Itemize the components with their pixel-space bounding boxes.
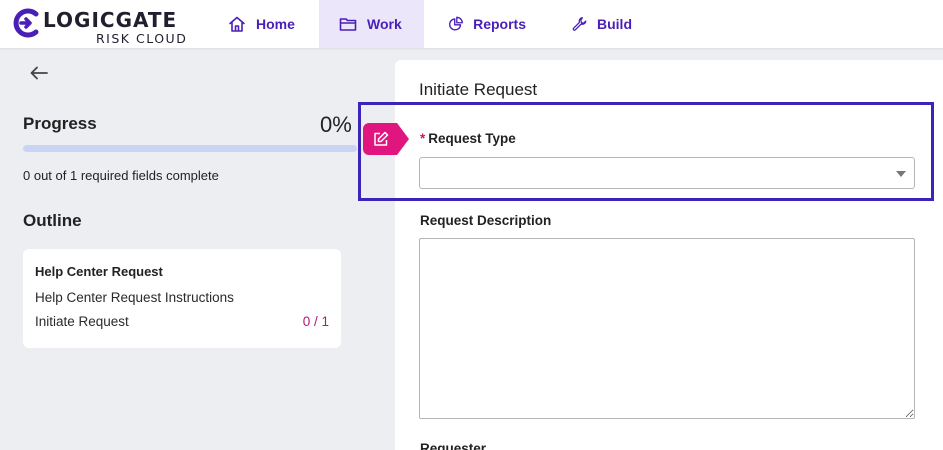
outline-card-heading: Help Center Request bbox=[35, 264, 163, 279]
nav-tab-build-label: Build bbox=[597, 16, 632, 32]
logo-name: LOGICGATE bbox=[43, 8, 178, 32]
progress-title: Progress bbox=[23, 114, 97, 133]
outline-card: Help Center Request Help Center Request … bbox=[23, 249, 341, 348]
back-button[interactable] bbox=[28, 62, 50, 84]
request-type-label-text: Request Type bbox=[428, 131, 516, 146]
logicgate-logo-icon bbox=[13, 8, 39, 38]
nav-tab-home-label: Home bbox=[256, 16, 295, 32]
nav-tab-reports-label: Reports bbox=[473, 16, 526, 32]
nav-tab-build[interactable]: Build bbox=[552, 0, 652, 48]
form-title: Initiate Request bbox=[419, 80, 538, 99]
requester-label: Requester bbox=[420, 441, 487, 450]
request-description-textarea[interactable] bbox=[419, 238, 915, 419]
arrow-left-icon bbox=[30, 66, 48, 80]
pie-chart-icon bbox=[449, 16, 463, 31]
folder-icon bbox=[339, 18, 357, 31]
nav-tab-work[interactable]: Work bbox=[319, 0, 424, 48]
request-type-select[interactable] bbox=[419, 157, 915, 189]
logo-subtitle: RISK CLOUD bbox=[96, 31, 188, 46]
outline-item-initiate-request[interactable]: Initiate Request bbox=[35, 314, 129, 329]
nav-tab-work-label: Work bbox=[367, 16, 402, 32]
request-description-label: Request Description bbox=[420, 213, 552, 228]
outline-item-count: 0 / 1 bbox=[302, 314, 329, 329]
active-field-tag bbox=[363, 123, 409, 155]
wrench-icon bbox=[572, 17, 587, 31]
progress-status: 0 out of 1 required fields complete bbox=[23, 168, 219, 183]
nav-tab-home[interactable]: Home bbox=[208, 0, 318, 48]
outline-title: Outline bbox=[23, 211, 82, 230]
request-type-label: * Request Type bbox=[420, 131, 516, 146]
outline-item-instructions[interactable]: Help Center Request Instructions bbox=[35, 290, 234, 305]
caret-down-icon bbox=[896, 171, 906, 177]
progress-percent: 0% bbox=[320, 112, 352, 137]
nav-tab-reports[interactable]: Reports bbox=[428, 0, 546, 48]
progress-bar bbox=[23, 145, 357, 152]
home-icon bbox=[229, 16, 245, 32]
required-asterisk: * bbox=[420, 131, 426, 146]
edit-icon bbox=[374, 131, 389, 146]
logicgate-logo[interactable]: LOGICGATE RISK CLOUD bbox=[10, 4, 190, 46]
top-navigation-bar: LOGICGATE RISK CLOUD Home Work Reports B… bbox=[0, 0, 943, 48]
